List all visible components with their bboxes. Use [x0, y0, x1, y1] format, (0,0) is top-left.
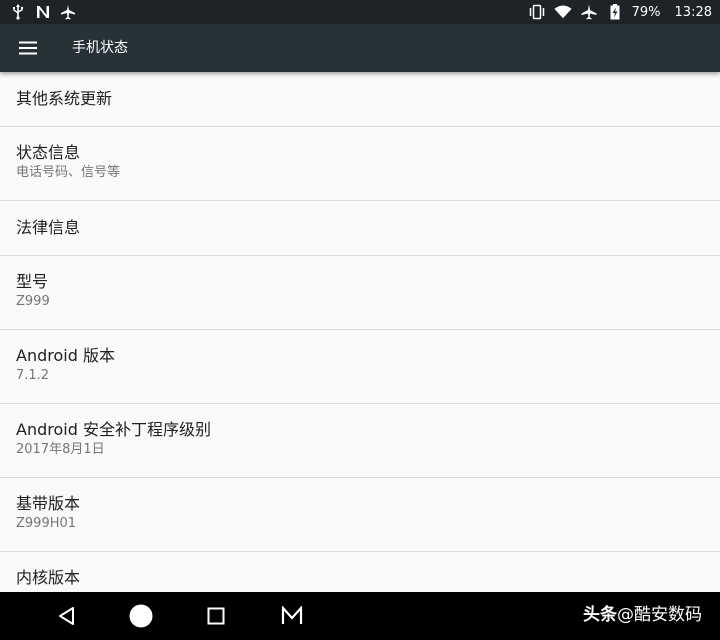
- usb-icon: [10, 4, 26, 20]
- home-button[interactable]: [125, 600, 157, 632]
- settings-list: 其他系统更新 状态信息 电话号码、信号等 法律信息 型号 Z999 Androi…: [0, 72, 720, 592]
- setting-baseband-version[interactable]: 基带版本 Z999H01: [0, 478, 720, 552]
- setting-model[interactable]: 型号 Z999: [0, 256, 720, 330]
- watermark-handle: @酷安数码: [617, 605, 702, 625]
- setting-summary: Z999H01: [16, 516, 77, 531]
- setting-kernel-version[interactable]: 内核版本: [0, 552, 720, 592]
- battery-charging-icon: [606, 3, 624, 21]
- airplane-mode-icon: [580, 3, 598, 21]
- status-bar-system-icons: 79% 13:28: [520, 3, 712, 21]
- status-clock: 13:28: [674, 4, 712, 20]
- setting-title: 型号: [16, 272, 49, 291]
- hamburger-menu-icon: [19, 41, 37, 55]
- setting-summary: 电话号码、信号等: [16, 165, 121, 180]
- setting-summary: 2017年8月1日: [16, 442, 105, 457]
- watermark-brand: 头条: [583, 605, 617, 625]
- setting-title: 其他系统更新: [16, 89, 113, 108]
- setting-title: 基带版本: [16, 494, 81, 513]
- recents-icon: [207, 607, 225, 625]
- setting-title: 法律信息: [16, 218, 81, 237]
- watermark: 头条@酷安数码: [583, 604, 702, 626]
- setting-legal-info[interactable]: 法律信息: [0, 201, 720, 256]
- app-bar: 手机状态: [0, 24, 720, 72]
- back-icon: [59, 607, 74, 625]
- setting-summary: Z999: [16, 294, 50, 309]
- setting-title: Android 安全补丁程序级别: [16, 420, 211, 439]
- setting-status[interactable]: 状态信息 电话号码、信号等: [0, 127, 720, 201]
- page-title: 手机状态: [72, 40, 128, 56]
- setting-android-version[interactable]: Android 版本 7.1.2: [0, 330, 720, 404]
- setting-summary: 7.1.2: [16, 368, 50, 383]
- phone-screen: 79% 13:28 手机状态 其他系统更新 状态信息 电话号码、信号等 法律信息…: [0, 0, 720, 640]
- n-notification-icon: [35, 4, 51, 20]
- menu-m-icon: [281, 606, 303, 624]
- vibrate-icon: [528, 3, 546, 21]
- status-bar: 79% 13:28: [0, 0, 720, 24]
- setting-title: 状态信息: [16, 143, 81, 162]
- setting-title: 内核版本: [16, 568, 81, 587]
- hamburger-menu-button[interactable]: [10, 30, 46, 66]
- setting-security-patch-level[interactable]: Android 安全补丁程序级别 2017年8月1日: [0, 404, 720, 478]
- recents-button[interactable]: [200, 600, 232, 632]
- menu-m-button[interactable]: [276, 600, 308, 632]
- navigation-bar: 头条@酷安数码: [0, 592, 720, 640]
- home-icon: [129, 604, 153, 628]
- airplane-small-icon: [60, 4, 76, 20]
- wifi-icon: [554, 3, 572, 21]
- battery-percentage: 79%: [631, 4, 661, 20]
- setting-other-system-updates[interactable]: 其他系统更新: [0, 72, 720, 127]
- status-bar-notifications: [10, 3, 85, 21]
- back-button[interactable]: [51, 600, 83, 632]
- setting-title: Android 版本: [16, 346, 115, 365]
